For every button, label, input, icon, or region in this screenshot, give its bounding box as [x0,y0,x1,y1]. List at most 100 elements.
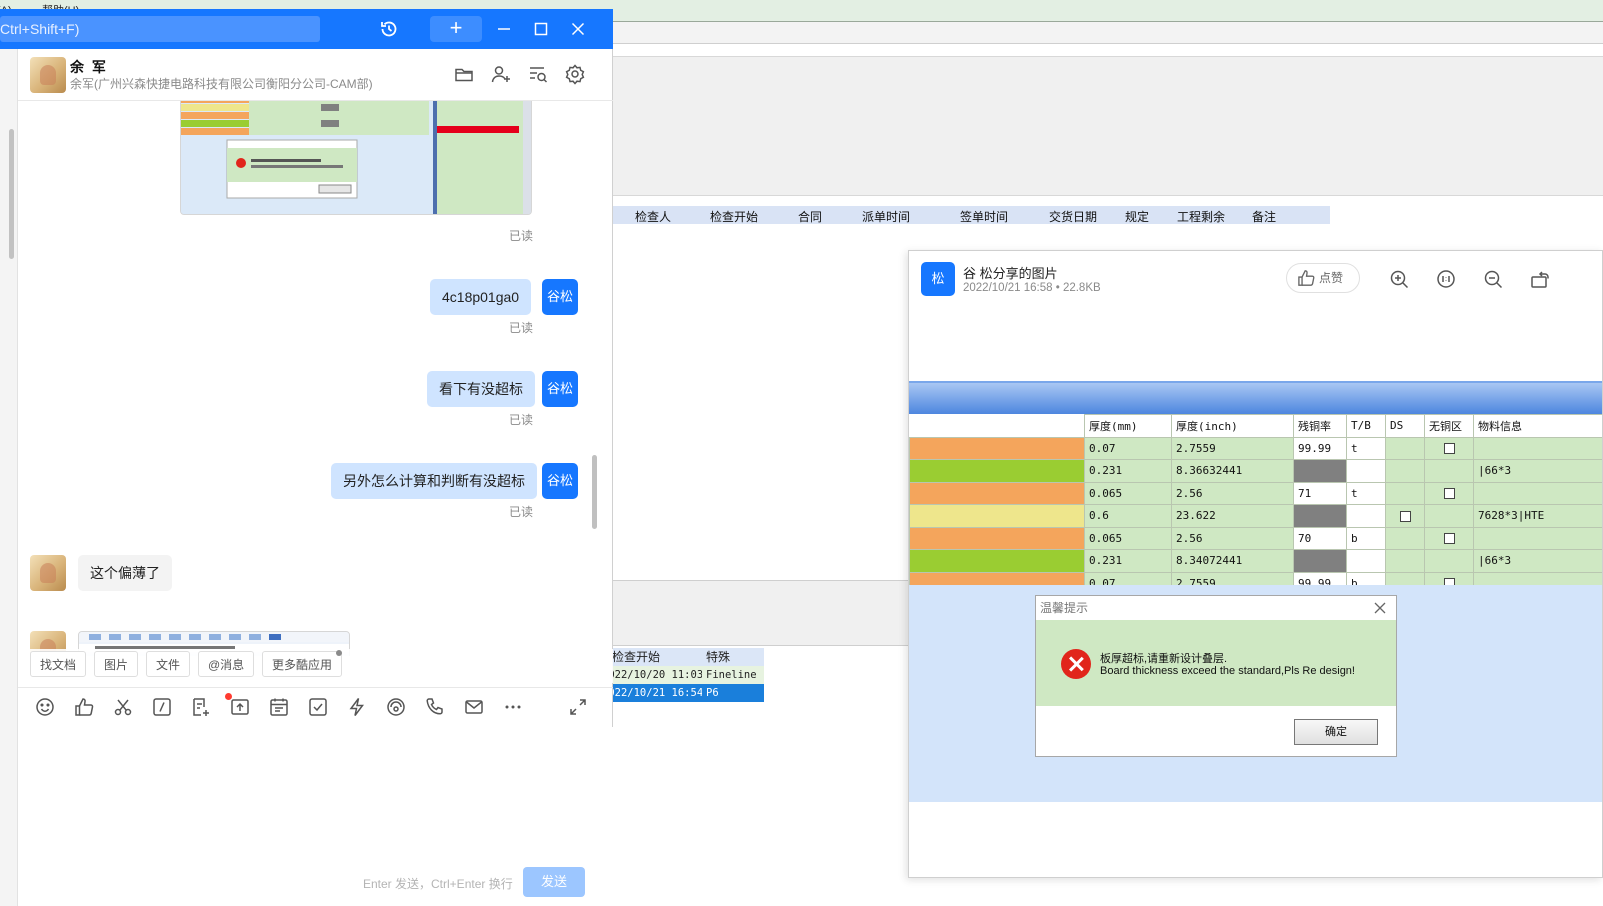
scissors-icon[interactable] [112,696,134,718]
checkbox [1443,533,1455,545]
command-icon[interactable] [151,696,173,718]
column-header[interactable]: 合同 [798,208,822,225]
ds-cell [1385,436,1425,460]
column-header[interactable]: 签单时间 [960,208,1008,225]
like-button[interactable]: 点赞 [1286,263,1360,293]
message-bubble-outgoing[interactable]: 看下有没超标 [427,371,535,407]
close-icon[interactable] [566,17,590,41]
layer-color-swatch [909,504,1085,528]
lightning-icon[interactable] [346,696,368,718]
table-cell: 2.56 [1171,526,1294,550]
self-avatar[interactable]: 谷松 [542,371,578,407]
grid-header-cell[interactable]: 检查开始 [600,648,702,666]
column-header[interactable]: 交货日期 [1049,208,1097,225]
column-header[interactable]: 规定 [1125,208,1149,225]
contact-name[interactable]: 余 军 [70,57,108,77]
table-cell: b [1346,526,1386,550]
maximize-icon[interactable] [529,17,553,41]
table-row-selected[interactable]: 2022/10/21 16:54 P6 [600,684,764,702]
read-receipt: 已读 [509,413,534,427]
history-icon[interactable] [377,17,401,41]
search-input[interactable]: Ctrl+Shift+F) [0,16,320,42]
table-cell: 99.99 [1293,436,1347,460]
table-cell: 7628*3|HTE [1473,504,1602,528]
table-cell: t [1346,436,1386,460]
screen-share-icon[interactable] [385,696,407,718]
avatar[interactable] [30,57,66,93]
column-header: DS [1385,414,1425,438]
emoji-icon[interactable] [34,696,56,718]
column-header: T/B [1346,414,1386,438]
background-divider-band [600,580,930,646]
upload-icon[interactable] [229,696,251,718]
ds-cell [1385,481,1425,505]
message-bubble-outgoing[interactable]: 4c18p01ga0 [430,279,532,315]
table-cell: 0.07 [1084,436,1172,460]
table-cell: 71 [1293,481,1347,505]
file-button[interactable]: 文件 [146,651,191,677]
table-cell: t [1346,481,1386,505]
zoom-in-icon[interactable] [1388,268,1410,290]
background-table-header: 人 检查人 检查开始 合同 派单时间 签单时间 交货日期 规定 工程剩余 备注 [596,206,1330,225]
conversation-list-edge [0,49,18,906]
scrollbar[interactable] [9,129,14,259]
send-button[interactable]: 发送 [523,867,585,897]
table-cell: 70 [1293,526,1347,550]
column-header: 厚度(inch) [1171,414,1294,438]
layer-color-swatch [909,549,1085,573]
message-bubble-incoming[interactable]: 这个偏薄了 [78,555,172,591]
search-history-icon[interactable] [527,63,549,85]
viewer-title: 谷 松分享的图片 [963,266,1058,281]
mention-button[interactable]: @消息 [198,651,255,677]
more-icon[interactable] [502,696,524,718]
column-header[interactable]: 检查开始 [710,208,758,225]
column-header[interactable]: 派单时间 [862,208,910,225]
shared-screenshot: 厚度(mm) 厚度(inch) 残铜率 T/B DS 无铜区 物料信息 0.07… [909,381,1602,877]
table-row: 0.231 8.34072441 |66*3 [909,549,1602,573]
zoom-out-icon[interactable] [1482,268,1504,290]
actual-size-icon[interactable] [1435,268,1457,290]
column-header[interactable]: 检查人 [635,208,671,225]
add-note-icon[interactable] [190,696,212,718]
self-avatar[interactable]: 谷松 [542,463,578,499]
table-row: 0.231 8.36632441 |66*3 [909,459,1602,483]
no-copper-cell [1424,481,1474,505]
self-avatar[interactable]: 谷松 [542,279,578,315]
thumbs-up-icon[interactable] [73,696,95,718]
expand-icon[interactable] [567,696,589,718]
grid-header-cell[interactable]: 特殊 [702,648,764,666]
column-header[interactable]: 工程剩余 [1177,208,1225,225]
scrollbar[interactable] [592,455,597,529]
message-input[interactable]: Enter 发送，Ctrl+Enter 换行 发送 [18,727,613,906]
create-button[interactable]: + [430,16,482,42]
mail-icon[interactable] [463,696,485,718]
phone-icon[interactable] [424,696,446,718]
table-row: 0.065 2.56 71 t [909,481,1602,505]
calendar-icon[interactable] [268,696,290,718]
column-header: 残铜率 [1293,414,1347,438]
contact-header: 余 军 余军(广州兴森快捷电路科技有限公司衡阳分公司-CAM部) [18,49,613,101]
rotate-icon[interactable] [1529,268,1551,290]
table-cell: 8.36632441 [1171,459,1294,483]
image-message[interactable] [180,101,532,215]
column-header[interactable]: 备注 [1252,208,1276,225]
picture-button[interactable]: 图片 [94,651,139,677]
grid-cell: P6 [706,687,719,699]
checkbox [1399,510,1411,522]
message-bubble-outgoing[interactable]: 另外怎么计算和判断有没超标 [331,463,537,499]
more-apps-button[interactable]: 更多酷应用 [262,651,343,677]
layer-color-swatch [909,459,1085,483]
task-icon[interactable] [307,696,329,718]
compose-toolbar [18,687,613,727]
thumbs-up-icon [1298,270,1315,286]
gear-icon[interactable] [564,63,586,85]
background-panel [600,56,1603,196]
folder-icon[interactable] [453,63,475,85]
find-document-button[interactable]: 找文档 [30,651,87,677]
table-row[interactable]: 2022/10/20 11:03 Fineline [600,666,764,684]
no-copper-cell [1424,436,1474,460]
ds-cell [1385,459,1425,483]
avatar[interactable] [30,555,66,591]
add-member-icon[interactable] [490,63,512,85]
minimize-icon[interactable] [492,17,516,41]
